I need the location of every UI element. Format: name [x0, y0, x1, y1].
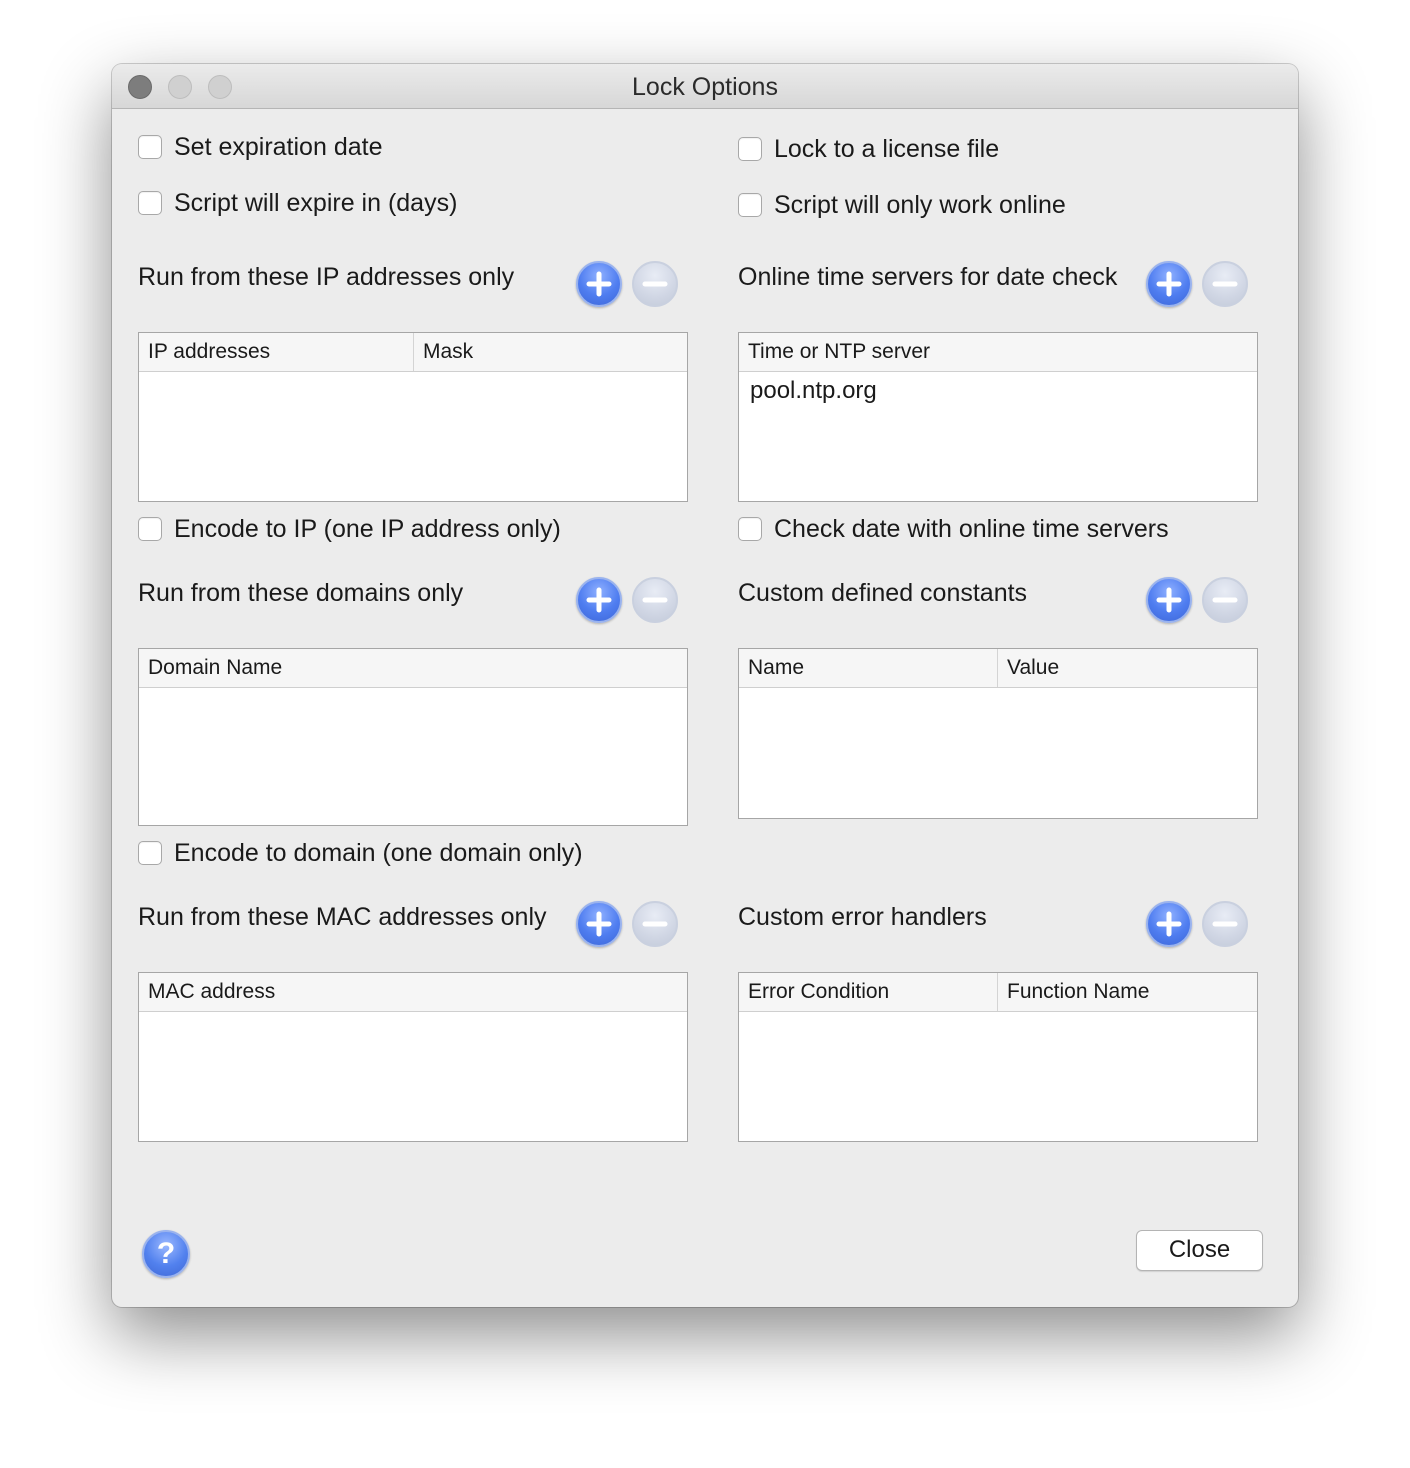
minus-icon [642, 921, 668, 927]
remove-constant-button[interactable] [1202, 577, 1248, 623]
remove-ip-button[interactable] [632, 261, 678, 307]
remove-time-server-button[interactable] [1202, 261, 1248, 307]
add-error-handler-button[interactable] [1146, 901, 1192, 947]
expire-days-checkbox[interactable]: Script will expire in (days) [138, 188, 457, 218]
checkbox-box[interactable] [138, 135, 162, 159]
add-ip-button[interactable] [576, 261, 622, 307]
online-only-checkbox[interactable]: Script will only work online [738, 190, 1066, 220]
plus-icon [1156, 911, 1182, 937]
set-expiration-checkbox[interactable]: Set expiration date [138, 132, 382, 162]
mac-table-header: MAC address [139, 973, 687, 1012]
constants-table-header: Name Value [739, 649, 1257, 688]
checkbox-label: Lock to a license file [774, 134, 1000, 163]
column-header-name[interactable]: Name [739, 649, 996, 687]
add-mac-button[interactable] [576, 901, 622, 947]
minus-icon [642, 281, 668, 287]
minus-icon [642, 597, 668, 603]
dialog-content: Set expiration date Script will expire i… [112, 64, 1298, 1307]
constants-table[interactable]: Name Value [738, 648, 1258, 819]
checkbox-label: Script will only work online [774, 190, 1066, 219]
plus-icon [586, 271, 612, 297]
checkbox-label: Check date with online time servers [774, 514, 1169, 543]
column-header-ip[interactable]: IP addresses [139, 333, 413, 371]
encode-ip-checkbox[interactable]: Encode to IP (one IP address only) [138, 514, 561, 544]
errors-table[interactable]: Error Condition Function Name [738, 972, 1258, 1142]
add-domain-button[interactable] [576, 577, 622, 623]
plus-icon [586, 911, 612, 937]
question-mark-icon: ? [156, 1237, 176, 1270]
mac-section-title: Run from these MAC addresses only [138, 903, 547, 931]
plus-icon [1156, 587, 1182, 613]
checkbox-box[interactable] [738, 517, 762, 541]
minus-icon [1212, 597, 1238, 603]
ip-section-title: Run from these IP addresses only [138, 263, 515, 291]
remove-domain-button[interactable] [632, 577, 678, 623]
mac-table[interactable]: MAC address [138, 972, 688, 1142]
time-servers-table[interactable]: Time or NTP server pool.ntp.org [738, 332, 1258, 502]
checkbox-box[interactable] [138, 841, 162, 865]
remove-error-handler-button[interactable] [1202, 901, 1248, 947]
column-header-value[interactable]: Value [997, 649, 1059, 687]
encode-domain-checkbox[interactable]: Encode to domain (one domain only) [138, 838, 583, 868]
add-time-server-button[interactable] [1146, 261, 1192, 307]
checkbox-box[interactable] [138, 191, 162, 215]
lock-license-checkbox[interactable]: Lock to a license file [738, 134, 999, 164]
column-header-domain[interactable]: Domain Name [139, 649, 282, 687]
domains-section-title: Run from these domains only [138, 579, 464, 607]
plus-icon [1156, 271, 1182, 297]
table-row[interactable]: pool.ntp.org [750, 377, 877, 405]
time-servers-table-header: Time or NTP server [739, 333, 1257, 372]
checkbox-box[interactable] [138, 517, 162, 541]
time-servers-section-title: Online time servers for date check [738, 263, 1118, 291]
checkbox-label: Set expiration date [174, 132, 383, 161]
domains-table-header: Domain Name [139, 649, 687, 688]
minus-icon [1212, 281, 1238, 287]
column-header-mac[interactable]: MAC address [139, 973, 275, 1011]
column-header-error-condition[interactable]: Error Condition [739, 973, 996, 1011]
plus-icon [586, 587, 612, 613]
check-date-online-checkbox[interactable]: Check date with online time servers [738, 514, 1169, 544]
column-header-function-name[interactable]: Function Name [997, 973, 1149, 1011]
checkbox-box[interactable] [738, 193, 762, 217]
column-header-mask[interactable]: Mask [413, 333, 473, 371]
ip-table[interactable]: IP addresses Mask [138, 332, 688, 502]
checkbox-label: Encode to IP (one IP address only) [174, 514, 561, 543]
minus-icon [1212, 921, 1238, 927]
checkbox-box[interactable] [738, 137, 762, 161]
add-constant-button[interactable] [1146, 577, 1192, 623]
errors-table-header: Error Condition Function Name [739, 973, 1257, 1012]
remove-mac-button[interactable] [632, 901, 678, 947]
close-button[interactable]: Close [1136, 1230, 1263, 1271]
domains-table[interactable]: Domain Name [138, 648, 688, 826]
lock-options-window: Lock Options Set expiration date Script … [112, 64, 1298, 1307]
column-header-time-server[interactable]: Time or NTP server [739, 333, 930, 371]
help-button[interactable]: ? [142, 1230, 190, 1278]
checkbox-label: Encode to domain (one domain only) [174, 838, 583, 867]
ip-table-header: IP addresses Mask [139, 333, 687, 372]
checkbox-label: Script will expire in (days) [174, 188, 458, 217]
errors-section-title: Custom error handlers [738, 903, 987, 931]
constants-section-title: Custom defined constants [738, 579, 1028, 607]
